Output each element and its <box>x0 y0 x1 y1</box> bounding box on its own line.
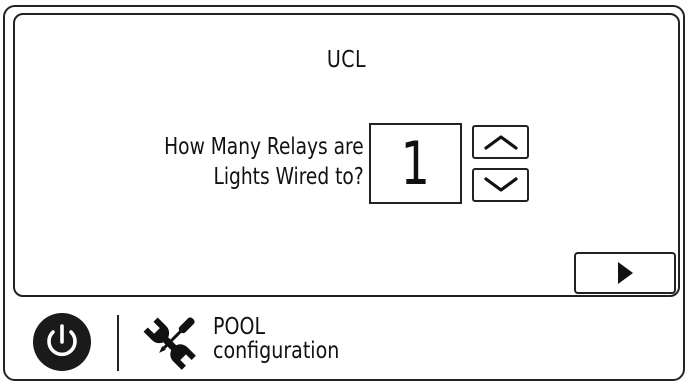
decrement-button[interactable] <box>472 168 529 202</box>
power-button[interactable] <box>32 312 92 372</box>
question-line-2: Lights Wired to? <box>213 164 364 190</box>
mode-label: POOL configuration <box>213 315 339 363</box>
next-button[interactable] <box>574 252 676 294</box>
power-icon <box>33 313 91 371</box>
question-line-1: How Many Relays are <box>164 134 364 160</box>
mode-label-line-2: configuration <box>213 338 340 364</box>
relay-count-value: 1 <box>400 128 431 199</box>
relay-count-display: 1 <box>369 123 462 204</box>
mode-label-line-1: POOL <box>213 314 266 340</box>
play-triangle-icon <box>618 262 633 284</box>
footer-divider <box>117 315 119 371</box>
main-screen-panel: UCL How Many Relays are Lights Wired to?… <box>13 13 680 297</box>
chevron-up-icon <box>483 135 518 150</box>
page-title: UCL <box>326 47 367 73</box>
chevron-down-icon <box>483 177 518 192</box>
wrench-screwdriver-icon <box>138 313 200 373</box>
relay-count-question: How Many Relays are Lights Wired to? <box>164 132 364 192</box>
increment-button[interactable] <box>472 125 529 159</box>
